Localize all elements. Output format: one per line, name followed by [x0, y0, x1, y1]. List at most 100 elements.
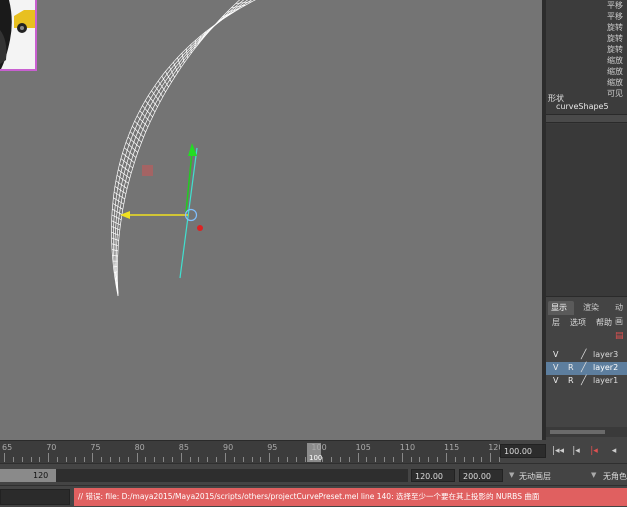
character-set-dropdown[interactable]: 无角色 — [603, 471, 627, 482]
layer-list: V ╱ layer3 V R ╱ layer2 V R ╱ layer1 — [546, 349, 627, 388]
time-tick-mark — [74, 457, 76, 462]
time-tick-label: 75 — [90, 443, 101, 452]
time-tick-mark — [242, 457, 244, 462]
time-tick-mark — [65, 457, 67, 462]
channel-attribute-label[interactable]: 缩放 — [607, 55, 623, 66]
time-tick-mark — [339, 457, 341, 462]
time-tick-mark — [286, 457, 288, 462]
step-back-frame-icon[interactable]: |◂ — [587, 444, 601, 458]
time-tick-mark — [322, 457, 324, 462]
command-feedback-error[interactable]: // 错误: file: D:/maya2015/Maya2015/script… — [74, 488, 627, 506]
time-tick-mark — [198, 457, 200, 462]
channel-attribute-label[interactable]: 平移 — [607, 0, 623, 11]
anim-layer-dropdown-icon[interactable]: ▼ — [509, 471, 514, 479]
tab-render[interactable]: 渲染 — [580, 301, 602, 315]
channel-attribute-label[interactable]: 可见 — [607, 88, 623, 99]
layer-visibility-toggle[interactable]: V — [553, 350, 558, 359]
layer-row-layer3[interactable]: V ╱ layer3 — [546, 349, 627, 362]
time-tick-mark — [260, 457, 262, 462]
layer-name[interactable]: layer1 — [593, 376, 618, 385]
time-tick-label: 100 — [311, 443, 327, 452]
anim-layer-dropdown[interactable]: 无动画层 — [519, 471, 551, 482]
time-tick-mark — [269, 453, 271, 462]
menu-help[interactable]: 帮助 — [596, 317, 612, 328]
channel-box-divider[interactable] — [546, 114, 627, 123]
time-cursor-frame: 100 — [309, 454, 323, 462]
time-tick-mark — [454, 457, 456, 462]
time-tick-mark — [401, 453, 403, 462]
viewport-scene[interactable] — [0, 0, 542, 440]
time-tick-mark — [163, 457, 165, 462]
current-frame-field[interactable]: 100.00 — [500, 444, 546, 458]
channel-attribute-label[interactable]: 缩放 — [607, 66, 623, 77]
menu-options[interactable]: 选项 — [570, 317, 586, 328]
character-dropdown-icon[interactable]: ▼ — [591, 471, 596, 479]
time-tick-mark — [278, 457, 280, 462]
range-slider[interactable]: 120 — [0, 469, 408, 482]
go-to-start-icon[interactable]: |◂◂ — [551, 444, 565, 458]
time-tick-mark — [348, 457, 350, 462]
layer-color-swatch-icon[interactable]: ╱ — [581, 350, 589, 360]
time-slider[interactable]: 100 65 70 75 80 85 90 95 100 105 110 115 120 — [0, 440, 527, 463]
menu-layers[interactable]: 层 — [552, 317, 560, 328]
layer-visibility-toggle[interactable]: V — [553, 376, 558, 385]
perspective-viewport[interactable] — [0, 0, 542, 440]
layer-name[interactable]: layer2 — [593, 363, 618, 372]
time-tick-mark — [225, 453, 226, 462]
layer-display-type-toggle[interactable]: R — [568, 376, 574, 385]
time-tick-mark — [419, 457, 421, 462]
time-tick-mark — [171, 457, 173, 462]
time-tick-label: 95 — [267, 443, 278, 452]
time-tick-mark — [304, 457, 306, 462]
time-tick-label: 105 — [355, 443, 371, 452]
time-tick-label: 85 — [178, 443, 189, 452]
channel-attribute-label[interactable]: 旋转 — [607, 22, 623, 33]
time-tick-mark — [446, 453, 447, 462]
time-tick-label: 70 — [46, 443, 57, 452]
time-tick-mark — [437, 457, 439, 462]
shape-node-name[interactable]: curveShape5 — [556, 102, 609, 111]
channel-attribute-label[interactable]: 平移 — [607, 11, 623, 22]
time-tick-mark — [154, 457, 156, 462]
time-tick-mark — [384, 457, 386, 462]
layer-display-type-toggle[interactable]: R — [568, 363, 574, 372]
layer-row-layer2[interactable]: V R ╱ layer2 — [546, 362, 627, 375]
time-tick-mark — [410, 457, 412, 462]
time-tick-mark — [21, 457, 23, 462]
time-tick-mark — [207, 457, 209, 462]
tab-animation[interactable]: 动画 — [612, 301, 627, 326]
range-end-field[interactable]: 120.00 — [411, 469, 455, 482]
channel-box: 平移 平移 旋转 旋转 旋转 缩放 缩放 缩放 可见 形状 curveShape5 — [546, 0, 627, 296]
layer-color-swatch-icon[interactable]: ╱ — [581, 363, 589, 373]
animation-end-field[interactable]: 200.00 — [459, 469, 503, 482]
play-backwards-icon[interactable]: ◂ — [607, 444, 621, 458]
time-tick-mark — [83, 457, 85, 462]
time-tick-label: 90 — [223, 443, 234, 452]
layer-row-layer1[interactable]: V R ╱ layer1 — [546, 375, 627, 388]
layer-color-swatch-icon[interactable]: ╱ — [581, 376, 589, 386]
surface-isoparm-v — [112, 0, 253, 296]
tab-display[interactable]: 显示 — [548, 301, 574, 315]
time-tick-mark — [4, 453, 5, 462]
time-tick-mark — [180, 453, 182, 462]
time-tick-mark — [118, 457, 120, 462]
layer-name[interactable]: layer3 — [593, 350, 618, 359]
channel-attribute-label[interactable]: 旋转 — [607, 33, 623, 44]
channel-attribute-label[interactable]: 缩放 — [607, 77, 623, 88]
time-tick-mark — [481, 457, 483, 462]
step-back-key-icon[interactable]: |◂ — [569, 444, 583, 458]
channel-attribute-label[interactable]: 旋转 — [607, 44, 623, 55]
layer-list-scrollbar[interactable] — [546, 427, 627, 437]
layer-visibility-toggle[interactable]: V — [553, 363, 558, 372]
new-layer-icon[interactable]: ▤ — [615, 332, 625, 341]
move-y-axis — [185, 151, 193, 213]
move-y-arrow-icon — [188, 143, 197, 156]
layer-editor: 显示 渲染 动画 层 选项 帮助 ▤ V ╱ layer3 V R ╱ layer2 V R ╱ l… — [546, 296, 627, 440]
time-tick-mark — [295, 457, 297, 462]
time-tick-mark — [472, 457, 474, 462]
channel-attribute-list: 平移 平移 旋转 旋转 旋转 缩放 缩放 缩放 可见 — [607, 0, 623, 99]
range-start-label: 120 — [33, 471, 49, 480]
pivot-marker — [142, 165, 153, 176]
time-tick-mark — [101, 457, 103, 462]
command-input[interactable] — [0, 489, 70, 505]
